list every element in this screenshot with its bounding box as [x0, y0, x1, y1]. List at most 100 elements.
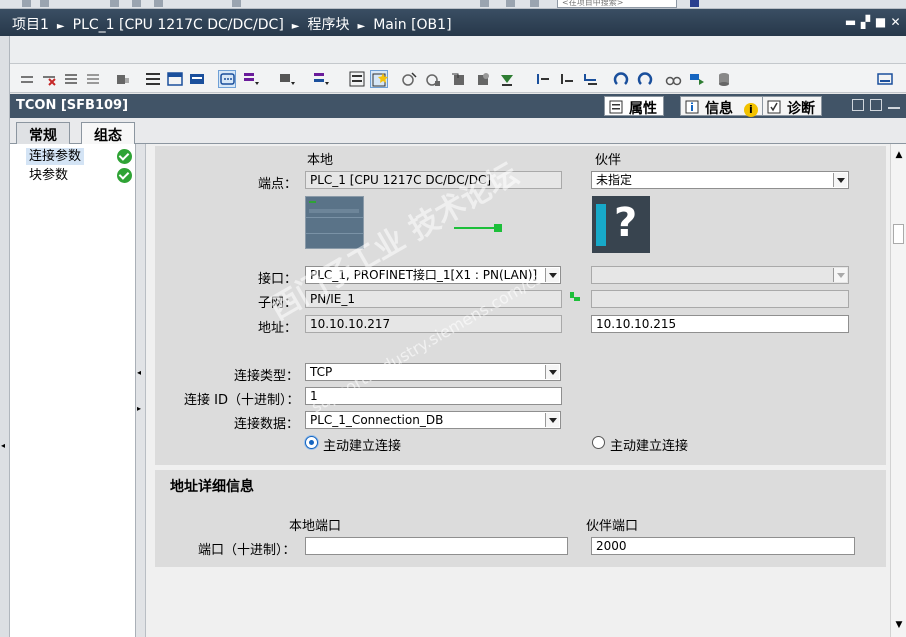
breadcrumb-plc[interactable]: PLC_1 [CPU 1217C DC/DC/DC] [73, 17, 284, 33]
float-window-icon[interactable] [852, 99, 864, 111]
chevron-right-icon[interactable]: ▸ [137, 404, 143, 416]
monitor-glasses-icon[interactable] [664, 70, 682, 88]
scrollbar-thumb[interactable] [893, 224, 904, 244]
tab-general[interactable]: 常规 [16, 122, 70, 144]
column-header-local: 本地 [307, 153, 334, 168]
jump-icon[interactable] [582, 70, 600, 88]
chevron-down-icon[interactable] [545, 365, 559, 379]
toolbar-options-icon[interactable] [876, 70, 894, 88]
toolbar-icon[interactable] [480, 0, 489, 7]
goto-previous-error-icon[interactable] [534, 70, 552, 88]
toolbar-icon[interactable] [232, 0, 241, 7]
toolbar-icon[interactable] [40, 0, 49, 7]
float-window-icon[interactable]: ▞ [859, 16, 872, 29]
connection-data-dropdown[interactable]: PLC_1_Connection_DB [305, 411, 561, 429]
table-view-icon[interactable] [166, 70, 184, 88]
maximize-icon[interactable]: ■ [874, 16, 887, 29]
connection-id-input[interactable]: 1 [305, 387, 562, 405]
vertical-scrollbar[interactable]: ▲ ▼ [890, 144, 906, 637]
partner-interface-dropdown [591, 266, 849, 284]
local-interface-dropdown[interactable]: PLC_1, PROFINET接口_1[X1 : PN(LAN)] [305, 266, 561, 284]
breadcrumb-project[interactable]: 项目1 [12, 17, 49, 33]
chevron-down-icon[interactable] [545, 413, 559, 427]
unknown-partner-icon: ? [592, 196, 650, 253]
chevron-left-icon[interactable]: ◂ [1, 441, 5, 450]
toolbar-icon[interactable] [22, 0, 31, 7]
inspector-window-controls [846, 99, 900, 114]
local-active-label[interactable]: 主动建立连接 [323, 435, 401, 454]
left-collapsed-panel[interactable]: ◂ [0, 36, 10, 637]
tab-properties[interactable]: 属性 [604, 96, 664, 117]
step-over-icon[interactable] [450, 70, 468, 88]
partner-endpoint-dropdown[interactable]: 未指定 [591, 171, 849, 189]
insert-row-icon[interactable] [62, 70, 80, 88]
block-list-icon[interactable] [348, 70, 366, 88]
interface-icon[interactable] [114, 70, 132, 88]
tab-info-label: 信息 [705, 101, 733, 117]
toolbar-icon[interactable] [506, 0, 515, 7]
database-icon[interactable] [716, 70, 734, 88]
toolbar-icon[interactable] [132, 0, 141, 7]
window-controls: ▬ ▞ ■ ✕ [842, 15, 902, 29]
block-editor-toolbar [10, 64, 906, 93]
close-icon[interactable]: ✕ [889, 16, 902, 29]
partner-active-radio[interactable] [592, 436, 605, 449]
set-breakpoint-icon[interactable] [424, 70, 442, 88]
delete-network-icon[interactable] [40, 70, 58, 88]
redo-compare-icon[interactable] [636, 70, 654, 88]
column-header-local-port: 本地端口 [289, 519, 342, 534]
insert-network-icon[interactable] [18, 70, 36, 88]
nav-item-block-params[interactable]: 块参数 [26, 167, 71, 184]
scroll-up-icon[interactable]: ▲ [893, 150, 905, 160]
tab-configuration[interactable]: 组态 [81, 122, 135, 145]
inspector-header: TCON [SFB109] 属性 信息 i 诊断 [10, 94, 906, 118]
tab-diagnostics-label: 诊断 [787, 101, 815, 117]
goto-next-error-icon[interactable] [558, 70, 576, 88]
undo-compare-icon[interactable] [612, 70, 630, 88]
call-tree-icon[interactable] [400, 70, 418, 88]
partner-active-label[interactable]: 主动建立连接 [610, 435, 688, 454]
network-view-icon[interactable] [188, 70, 206, 88]
open-all-networks-icon[interactable] [242, 70, 260, 88]
comments-icon[interactable] [218, 70, 236, 88]
interface-label: 接口： [258, 272, 298, 287]
inspector-title: TCON [SFB109] [16, 98, 129, 113]
partner-address-input[interactable]: 10.10.10.215 [591, 315, 849, 333]
nav-item-connection-params[interactable]: 连接参数 [26, 148, 85, 165]
tab-info[interactable]: 信息 i [680, 96, 765, 117]
breadcrumb-main-ob1[interactable]: Main [OB1] [373, 17, 451, 33]
absolute-symbolic-icon[interactable] [278, 70, 296, 88]
ok-check-icon [117, 168, 132, 183]
append-row-icon[interactable] [84, 70, 102, 88]
monitor-on-off-icon[interactable] [688, 70, 706, 88]
toolbar-icon[interactable] [154, 0, 163, 7]
partner-unknown-glyph: ? [614, 200, 638, 246]
toolbar-icon[interactable] [530, 0, 539, 7]
partner-port-input[interactable]: 2000 [591, 537, 855, 555]
favorites-icon[interactable] [370, 70, 388, 88]
connection-type-dropdown[interactable]: TCP [305, 363, 561, 381]
top-toolbar-strip: <在项目中搜索> [0, 0, 906, 9]
toolbar-icon[interactable] [110, 0, 119, 7]
list-view-icon[interactable] [144, 70, 162, 88]
minimize-icon[interactable]: ▬ [844, 16, 857, 29]
chevron-down-icon[interactable] [545, 268, 559, 282]
properties-icon [609, 100, 623, 114]
minimize-icon[interactable] [888, 107, 900, 111]
chevron-left-icon[interactable]: ◂ [137, 368, 143, 380]
nav-splitter[interactable]: ◂ ▸ [136, 144, 146, 637]
search-go-icon[interactable] [690, 0, 699, 7]
chevron-down-icon[interactable] [833, 173, 847, 187]
tab-diagnostics[interactable]: 诊断 [762, 96, 822, 117]
monitoring-icon[interactable] [312, 70, 330, 88]
chevron-down-icon [833, 268, 847, 282]
download-icon[interactable] [498, 70, 516, 88]
chevron-right-icon: ► [56, 21, 65, 32]
project-search-input[interactable]: <在项目中搜索> [557, 0, 677, 8]
maximize-icon[interactable] [870, 99, 882, 111]
breadcrumb-program-blocks[interactable]: 程序块 [308, 17, 350, 33]
step-into-icon[interactable] [474, 70, 492, 88]
local-active-radio[interactable] [305, 436, 318, 449]
scroll-down-icon[interactable]: ▼ [893, 620, 905, 630]
local-port-input[interactable] [305, 537, 568, 555]
